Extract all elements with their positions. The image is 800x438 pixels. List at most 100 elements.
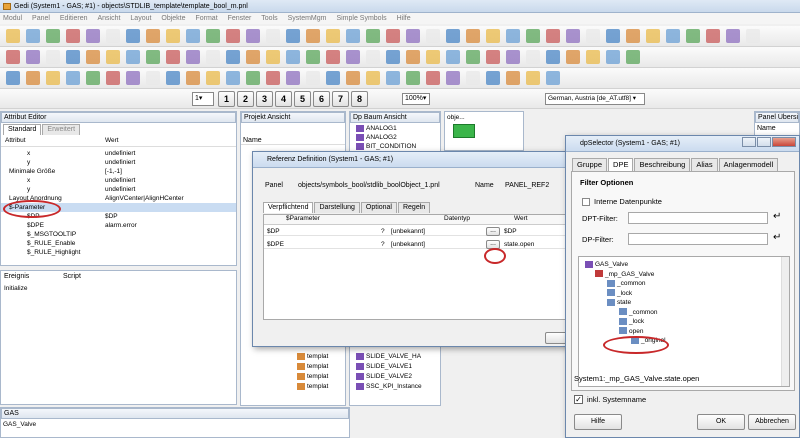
toolbar-3-tool-icon[interactable]: [86, 71, 100, 85]
toolbar-1-tool-icon[interactable]: [306, 29, 320, 43]
ok-button[interactable]: OK: [697, 414, 745, 430]
menu-fenster[interactable]: Fenster: [228, 15, 252, 22]
cancel-button[interactable]: Abbrechen: [748, 414, 796, 430]
dpt-filter-input[interactable]: [628, 212, 768, 224]
menu-simple-symbols[interactable]: Simple Symbols: [336, 15, 386, 22]
attribute-row[interactable]: y undefiniert: [1, 185, 236, 194]
close-button[interactable]: [772, 137, 796, 147]
dpe-tree-scrollbar[interactable]: [781, 257, 789, 386]
toolbar-2-tool-icon[interactable]: [406, 50, 420, 64]
toolbar-1-tool-icon[interactable]: [566, 29, 580, 43]
toolbar-3-tool-icon[interactable]: [26, 71, 40, 85]
layer-1-button[interactable]: 1: [218, 91, 235, 107]
toolbar-3-tool-icon[interactable]: [326, 71, 340, 85]
menu-modul[interactable]: Modul: [3, 15, 22, 22]
toolbar-1-tool-icon[interactable]: [226, 29, 240, 43]
menu-panel[interactable]: Panel: [32, 15, 50, 22]
toolbar-2-tool-icon[interactable]: [206, 50, 220, 64]
toolbar-3-tool-icon[interactable]: [406, 71, 420, 85]
bool-object-preview[interactable]: [453, 124, 475, 138]
toolbar-1-tool-icon[interactable]: [606, 29, 620, 43]
toolbar-1-tool-icon[interactable]: [246, 29, 260, 43]
tab-beschreibung[interactable]: Beschreibung: [634, 158, 691, 171]
dp-tree-item[interactable]: SLIDE_VALVE1: [356, 362, 412, 371]
minimize-button[interactable]: [742, 137, 756, 147]
dp-filter-input[interactable]: [628, 233, 768, 245]
toolbar-1-tool-icon[interactable]: [366, 29, 380, 43]
toolbar-1-tool-icon[interactable]: [546, 29, 560, 43]
toolbar-2-tool-icon[interactable]: [246, 50, 260, 64]
toolbar-2-tool-icon[interactable]: [586, 50, 600, 64]
project-item[interactable]: templat: [297, 352, 328, 361]
toolbar-2-tool-icon[interactable]: [46, 50, 60, 64]
attribute-row[interactable]: Minimale Größe [-1,-1]: [1, 167, 236, 176]
toolbar-1-tool-icon[interactable]: [706, 29, 720, 43]
toolbar-3-tool-icon[interactable]: [366, 71, 380, 85]
toolbar-3-tool-icon[interactable]: [386, 71, 400, 85]
parameter-row[interactable]: $DP? [unbekannt] $DP...: [264, 227, 574, 236]
toolbar-2-tool-icon[interactable]: [506, 50, 520, 64]
dp-enter-icon[interactable]: ↵: [773, 232, 781, 243]
dpe-tree-node[interactable]: _lock: [607, 289, 632, 298]
toolbar-2-tool-icon[interactable]: [446, 50, 460, 64]
layer-6-button[interactable]: 6: [313, 91, 330, 107]
dp-tree-item[interactable]: SSC_KPI_Instance: [356, 382, 422, 391]
toolbar-1-tool-icon[interactable]: [386, 29, 400, 43]
toolbar-2-tool-icon[interactable]: [126, 50, 140, 64]
toolbar-2-tool-icon[interactable]: [166, 50, 180, 64]
toolbar-2-tool-icon[interactable]: [266, 50, 280, 64]
toolbar-2-tool-icon[interactable]: [306, 50, 320, 64]
toolbar-2-tool-icon[interactable]: [366, 50, 380, 64]
toolbar-2-tool-icon[interactable]: [86, 50, 100, 64]
menu-systemmgm[interactable]: SystemMgm: [288, 15, 327, 22]
toolbar-2-tool-icon[interactable]: [606, 50, 620, 64]
bottom-panel-item[interactable]: GAS_Valve: [1, 419, 349, 430]
toolbar-3-tool-icon[interactable]: [526, 71, 540, 85]
toolbar-1-tool-icon[interactable]: [206, 29, 220, 43]
layer-4-button[interactable]: 4: [275, 91, 292, 107]
tab-gruppe[interactable]: Gruppe: [572, 158, 608, 171]
tab-verpflichtend[interactable]: Verpflichtend: [263, 202, 314, 213]
toolbar-2-tool-icon[interactable]: [386, 50, 400, 64]
menu-ansicht[interactable]: Ansicht: [97, 15, 120, 22]
toolbar-2-tool-icon[interactable]: [426, 50, 440, 64]
toolbar-1-tool-icon[interactable]: [506, 29, 520, 43]
toolbar-2-tool-icon[interactable]: [566, 50, 580, 64]
ellipsis-button[interactable]: ...: [486, 227, 500, 236]
layer-8-button[interactable]: 8: [351, 91, 368, 107]
menu-tools[interactable]: Tools: [261, 15, 277, 22]
toolbar-2-tool-icon[interactable]: [286, 50, 300, 64]
toolbar-3-tool-icon[interactable]: [226, 71, 240, 85]
project-item[interactable]: templat: [297, 382, 328, 391]
toolbar-3-tool-icon[interactable]: [106, 71, 120, 85]
toolbar-2-tool-icon[interactable]: [26, 50, 40, 64]
menu-objekte[interactable]: Objekte: [161, 15, 185, 22]
dp-tree-item[interactable]: SLIDE_VALVE_HA: [356, 352, 421, 361]
toolbar-1-tool-icon[interactable]: [726, 29, 740, 43]
project-item[interactable]: templat: [297, 362, 328, 371]
tab-alias[interactable]: Alias: [691, 158, 718, 171]
toolbar-3-tool-icon[interactable]: [426, 71, 440, 85]
toolbar-1-tool-icon[interactable]: [626, 29, 640, 43]
layer-3-button[interactable]: 3: [256, 91, 273, 107]
attribute-row[interactable]: $_RULE_Highlight: [1, 248, 236, 257]
toolbar-3-tool-icon[interactable]: [146, 71, 160, 85]
system-name-checkbox[interactable]: ✓: [574, 395, 583, 404]
event-initialize[interactable]: Initialize: [4, 285, 27, 292]
dpt-enter-icon[interactable]: ↵: [773, 211, 781, 222]
parameter-row[interactable]: $DPE? [unbekannt] state.open...: [264, 240, 574, 249]
toolbar-1-tool-icon[interactable]: [426, 29, 440, 43]
toolbar-2-tool-icon[interactable]: [466, 50, 480, 64]
dp-tree-item[interactable]: BIT_CONDITION: [356, 142, 416, 151]
layer-2-button[interactable]: 2: [237, 91, 254, 107]
toolbar-2-tool-icon[interactable]: [186, 50, 200, 64]
toolbar-1-tool-icon[interactable]: [486, 29, 500, 43]
toolbar-1-tool-icon[interactable]: [466, 29, 480, 43]
maximize-button[interactable]: [757, 137, 771, 147]
toolbar-3-tool-icon[interactable]: [206, 71, 220, 85]
attribute-row[interactable]: x undefiniert: [1, 176, 236, 185]
dp-tree-item[interactable]: ANALOG2: [356, 133, 397, 142]
toolbar-3-tool-icon[interactable]: [66, 71, 80, 85]
menu-editieren[interactable]: Editieren: [60, 15, 88, 22]
tab-darstellung[interactable]: Darstellung: [314, 202, 360, 213]
